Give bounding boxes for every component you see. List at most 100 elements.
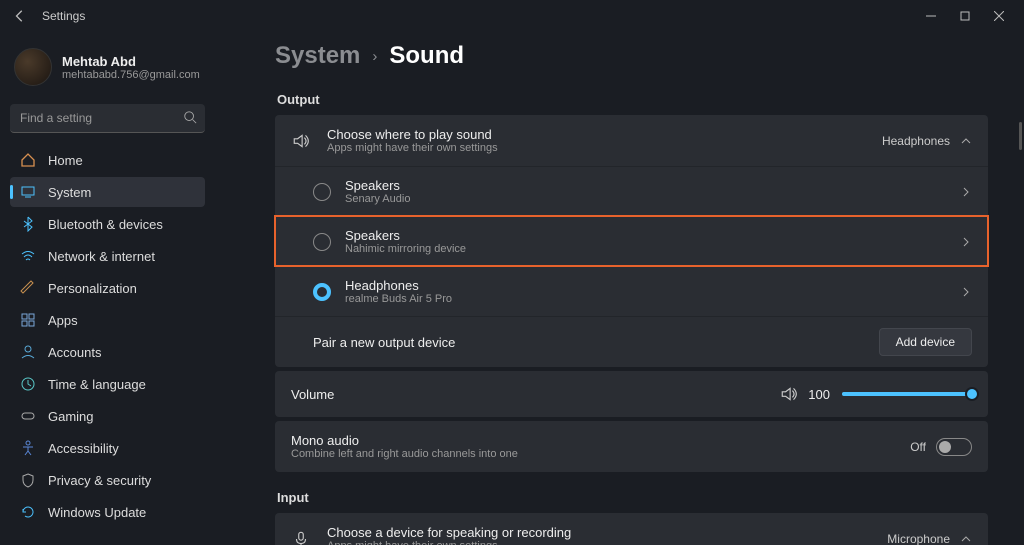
profile-name: Mehtab Abd — [62, 54, 200, 69]
search-field[interactable] — [10, 104, 205, 133]
chevron-right-icon — [960, 286, 972, 298]
input-header[interactable]: Choose a device for speaking or recordin… — [275, 513, 988, 545]
home-icon — [20, 152, 36, 168]
sidebar-item-personalization[interactable]: Personalization — [10, 273, 205, 303]
sidebar-item-privacy[interactable]: Privacy & security — [10, 465, 205, 495]
gamepad-icon — [20, 408, 36, 424]
chevron-right-icon — [960, 186, 972, 198]
microphone-icon — [291, 530, 311, 545]
device-sub: realme Buds Air 5 Pro — [345, 293, 960, 305]
output-header[interactable]: Choose where to play sound Apps might ha… — [275, 115, 988, 166]
device-sub: Senary Audio — [345, 193, 960, 205]
chevron-right-icon: › — [372, 48, 377, 65]
window-controls — [914, 2, 1016, 30]
back-button[interactable] — [8, 4, 32, 28]
maximize-button[interactable] — [948, 2, 982, 30]
input-card: Choose a device for speaking or recordin… — [275, 513, 988, 545]
section-output-label: Output — [277, 92, 988, 107]
output-card: Choose where to play sound Apps might ha… — [275, 115, 988, 367]
close-icon — [994, 11, 1004, 21]
output-header-title: Choose where to play sound — [327, 127, 882, 142]
minimize-button[interactable] — [914, 2, 948, 30]
nav: Home System Bluetooth & devices Network … — [10, 145, 205, 527]
sidebar-item-label: Home — [48, 153, 83, 168]
volume-icon[interactable] — [780, 385, 798, 403]
minimize-icon — [926, 11, 936, 21]
mono-toggle[interactable] — [936, 438, 972, 456]
mono-sub: Combine left and right audio channels in… — [291, 448, 910, 460]
main-content: System › Sound Output Choose where to pl… — [215, 32, 1024, 545]
sidebar-item-label: Network & internet — [48, 249, 155, 264]
profile-email: mehtababd.756@gmail.com — [62, 69, 200, 81]
sidebar-item-label: Apps — [48, 313, 78, 328]
sidebar-item-label: Accounts — [48, 345, 101, 360]
output-device-speakers-senary[interactable]: Speakers Senary Audio — [275, 166, 988, 216]
search-icon — [183, 110, 197, 124]
brush-icon — [20, 280, 36, 296]
volume-slider[interactable] — [842, 392, 972, 396]
input-header-sub: Apps might have their own settings — [327, 540, 887, 545]
sidebar-item-label: Privacy & security — [48, 473, 151, 488]
add-device-button[interactable]: Add device — [879, 328, 972, 356]
accessibility-icon — [20, 440, 36, 456]
sidebar-item-label: Personalization — [48, 281, 137, 296]
system-icon — [20, 184, 36, 200]
breadcrumb: System › Sound — [275, 42, 988, 70]
update-icon — [20, 504, 36, 520]
close-button[interactable] — [982, 2, 1016, 30]
sidebar-item-time[interactable]: Time & language — [10, 369, 205, 399]
maximize-icon — [960, 11, 970, 21]
bluetooth-icon — [20, 216, 36, 232]
radio-selected[interactable] — [313, 283, 331, 301]
avatar — [14, 48, 52, 86]
sidebar-item-label: Gaming — [48, 409, 94, 424]
scrollbar-thumb[interactable] — [1019, 122, 1022, 150]
output-header-sub: Apps might have their own settings — [327, 142, 882, 154]
chevron-up-icon — [960, 533, 972, 545]
sidebar-item-system[interactable]: System — [10, 177, 205, 207]
output-device-speakers-nahimic[interactable]: Speakers Nahimic mirroring device — [275, 216, 988, 266]
output-selected-label: Headphones — [882, 134, 950, 148]
sidebar-item-accessibility[interactable]: Accessibility — [10, 433, 205, 463]
sidebar-item-label: Windows Update — [48, 505, 146, 520]
sidebar-item-network[interactable]: Network & internet — [10, 241, 205, 271]
sidebar-item-accounts[interactable]: Accounts — [10, 337, 205, 367]
titlebar: Settings — [0, 0, 1024, 32]
sidebar-item-home[interactable]: Home — [10, 145, 205, 175]
sidebar-item-label: Bluetooth & devices — [48, 217, 163, 232]
sidebar-item-gaming[interactable]: Gaming — [10, 401, 205, 431]
breadcrumb-current: Sound — [389, 42, 464, 70]
input-header-title: Choose a device for speaking or recordin… — [327, 525, 887, 540]
speaker-icon — [291, 132, 311, 150]
profile-block[interactable]: Mehtab Abd mehtababd.756@gmail.com — [10, 40, 205, 100]
arrow-left-icon — [13, 9, 27, 23]
person-icon — [20, 344, 36, 360]
device-name: Headphones — [345, 278, 960, 293]
sidebar-item-bluetooth[interactable]: Bluetooth & devices — [10, 209, 205, 239]
output-device-headphones[interactable]: Headphones realme Buds Air 5 Pro — [275, 266, 988, 316]
mono-state-label: Off — [910, 440, 926, 454]
pair-label: Pair a new output device — [313, 335, 879, 350]
shield-icon — [20, 472, 36, 488]
sidebar-item-label: Accessibility — [48, 441, 119, 456]
radio-unselected[interactable] — [313, 183, 331, 201]
sidebar-item-label: Time & language — [48, 377, 146, 392]
sidebar-item-update[interactable]: Windows Update — [10, 497, 205, 527]
breadcrumb-parent[interactable]: System — [275, 42, 360, 70]
mono-title: Mono audio — [291, 433, 910, 448]
slider-fill — [842, 392, 972, 396]
volume-value: 100 — [808, 387, 830, 402]
sidebar-item-apps[interactable]: Apps — [10, 305, 205, 335]
sidebar-item-label: System — [48, 185, 91, 200]
section-input-label: Input — [277, 490, 988, 505]
window-title: Settings — [42, 9, 85, 23]
wifi-icon — [20, 248, 36, 264]
device-name: Speakers — [345, 178, 960, 193]
mono-audio-card: Mono audio Combine left and right audio … — [275, 421, 988, 472]
apps-icon — [20, 312, 36, 328]
radio-unselected[interactable] — [313, 233, 331, 251]
slider-thumb[interactable] — [965, 387, 979, 401]
search-input[interactable] — [10, 104, 205, 133]
clock-icon — [20, 376, 36, 392]
pair-output-row: Pair a new output device Add device — [275, 316, 988, 367]
